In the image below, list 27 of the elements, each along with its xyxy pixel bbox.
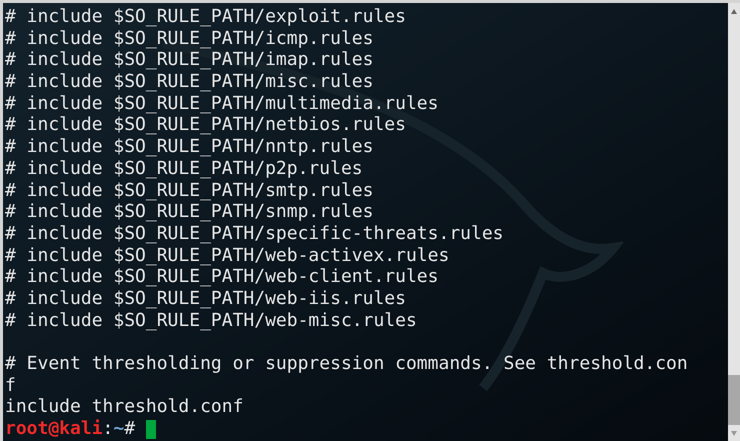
terminal-line: # include $SO_RULE_PATH/web-activex.rules <box>5 244 450 266</box>
terminal-line: # include $SO_RULE_PATH/smtp.rules <box>5 180 374 202</box>
terminal-line: # include $SO_RULE_PATH/p2p.rules <box>5 158 363 180</box>
scrollbar[interactable] <box>728 3 740 441</box>
prompt-symbol: # <box>124 418 136 440</box>
scroll-down-icon[interactable] <box>731 430 737 436</box>
text-cursor <box>146 420 156 440</box>
terminal-line: # include $SO_RULE_PATH/misc.rules <box>5 71 374 93</box>
terminal-line: # include $SO_RULE_PATH/snmp.rules <box>5 201 374 223</box>
terminal-line: # include $SO_RULE_PATH/web-client.rules <box>5 266 438 288</box>
terminal-line: f <box>5 374 16 396</box>
terminal-line: # include $SO_RULE_PATH/multimedia.rules <box>5 92 438 114</box>
terminal-line: # Event thresholding or suppression commands. See threshold.con <box>5 353 688 375</box>
prompt-path: ~ <box>113 418 124 440</box>
prompt-user-host: root@kali <box>5 418 103 440</box>
terminal-line: # include $SO_RULE_PATH/web-misc.rules <box>5 310 417 332</box>
terminal-line: # include $SO_RULE_PATH/imap.rules <box>5 49 374 72</box>
scrollbar-thumb[interactable] <box>728 375 740 425</box>
terminal-line: # include $SO_RULE_PATH/netbios.rules <box>5 114 406 136</box>
terminal-line: # include $SO_RULE_PATH/specific-threats.rules <box>5 222 504 245</box>
prompt-separator: : <box>102 418 114 440</box>
scroll-up-icon[interactable] <box>731 8 737 14</box>
terminal-line: # include $SO_RULE_PATH/exploit.rules <box>5 6 406 28</box>
terminal-line: include threshold.conf <box>5 396 244 418</box>
terminal-line: # include $SO_RULE_PATH/icmp.rules <box>5 28 374 50</box>
terminal-line: # include $SO_RULE_PATH/nntp.rules <box>5 136 374 158</box>
terminal-line: # include $SO_RULE_PATH/web-iis.rules <box>5 288 406 310</box>
